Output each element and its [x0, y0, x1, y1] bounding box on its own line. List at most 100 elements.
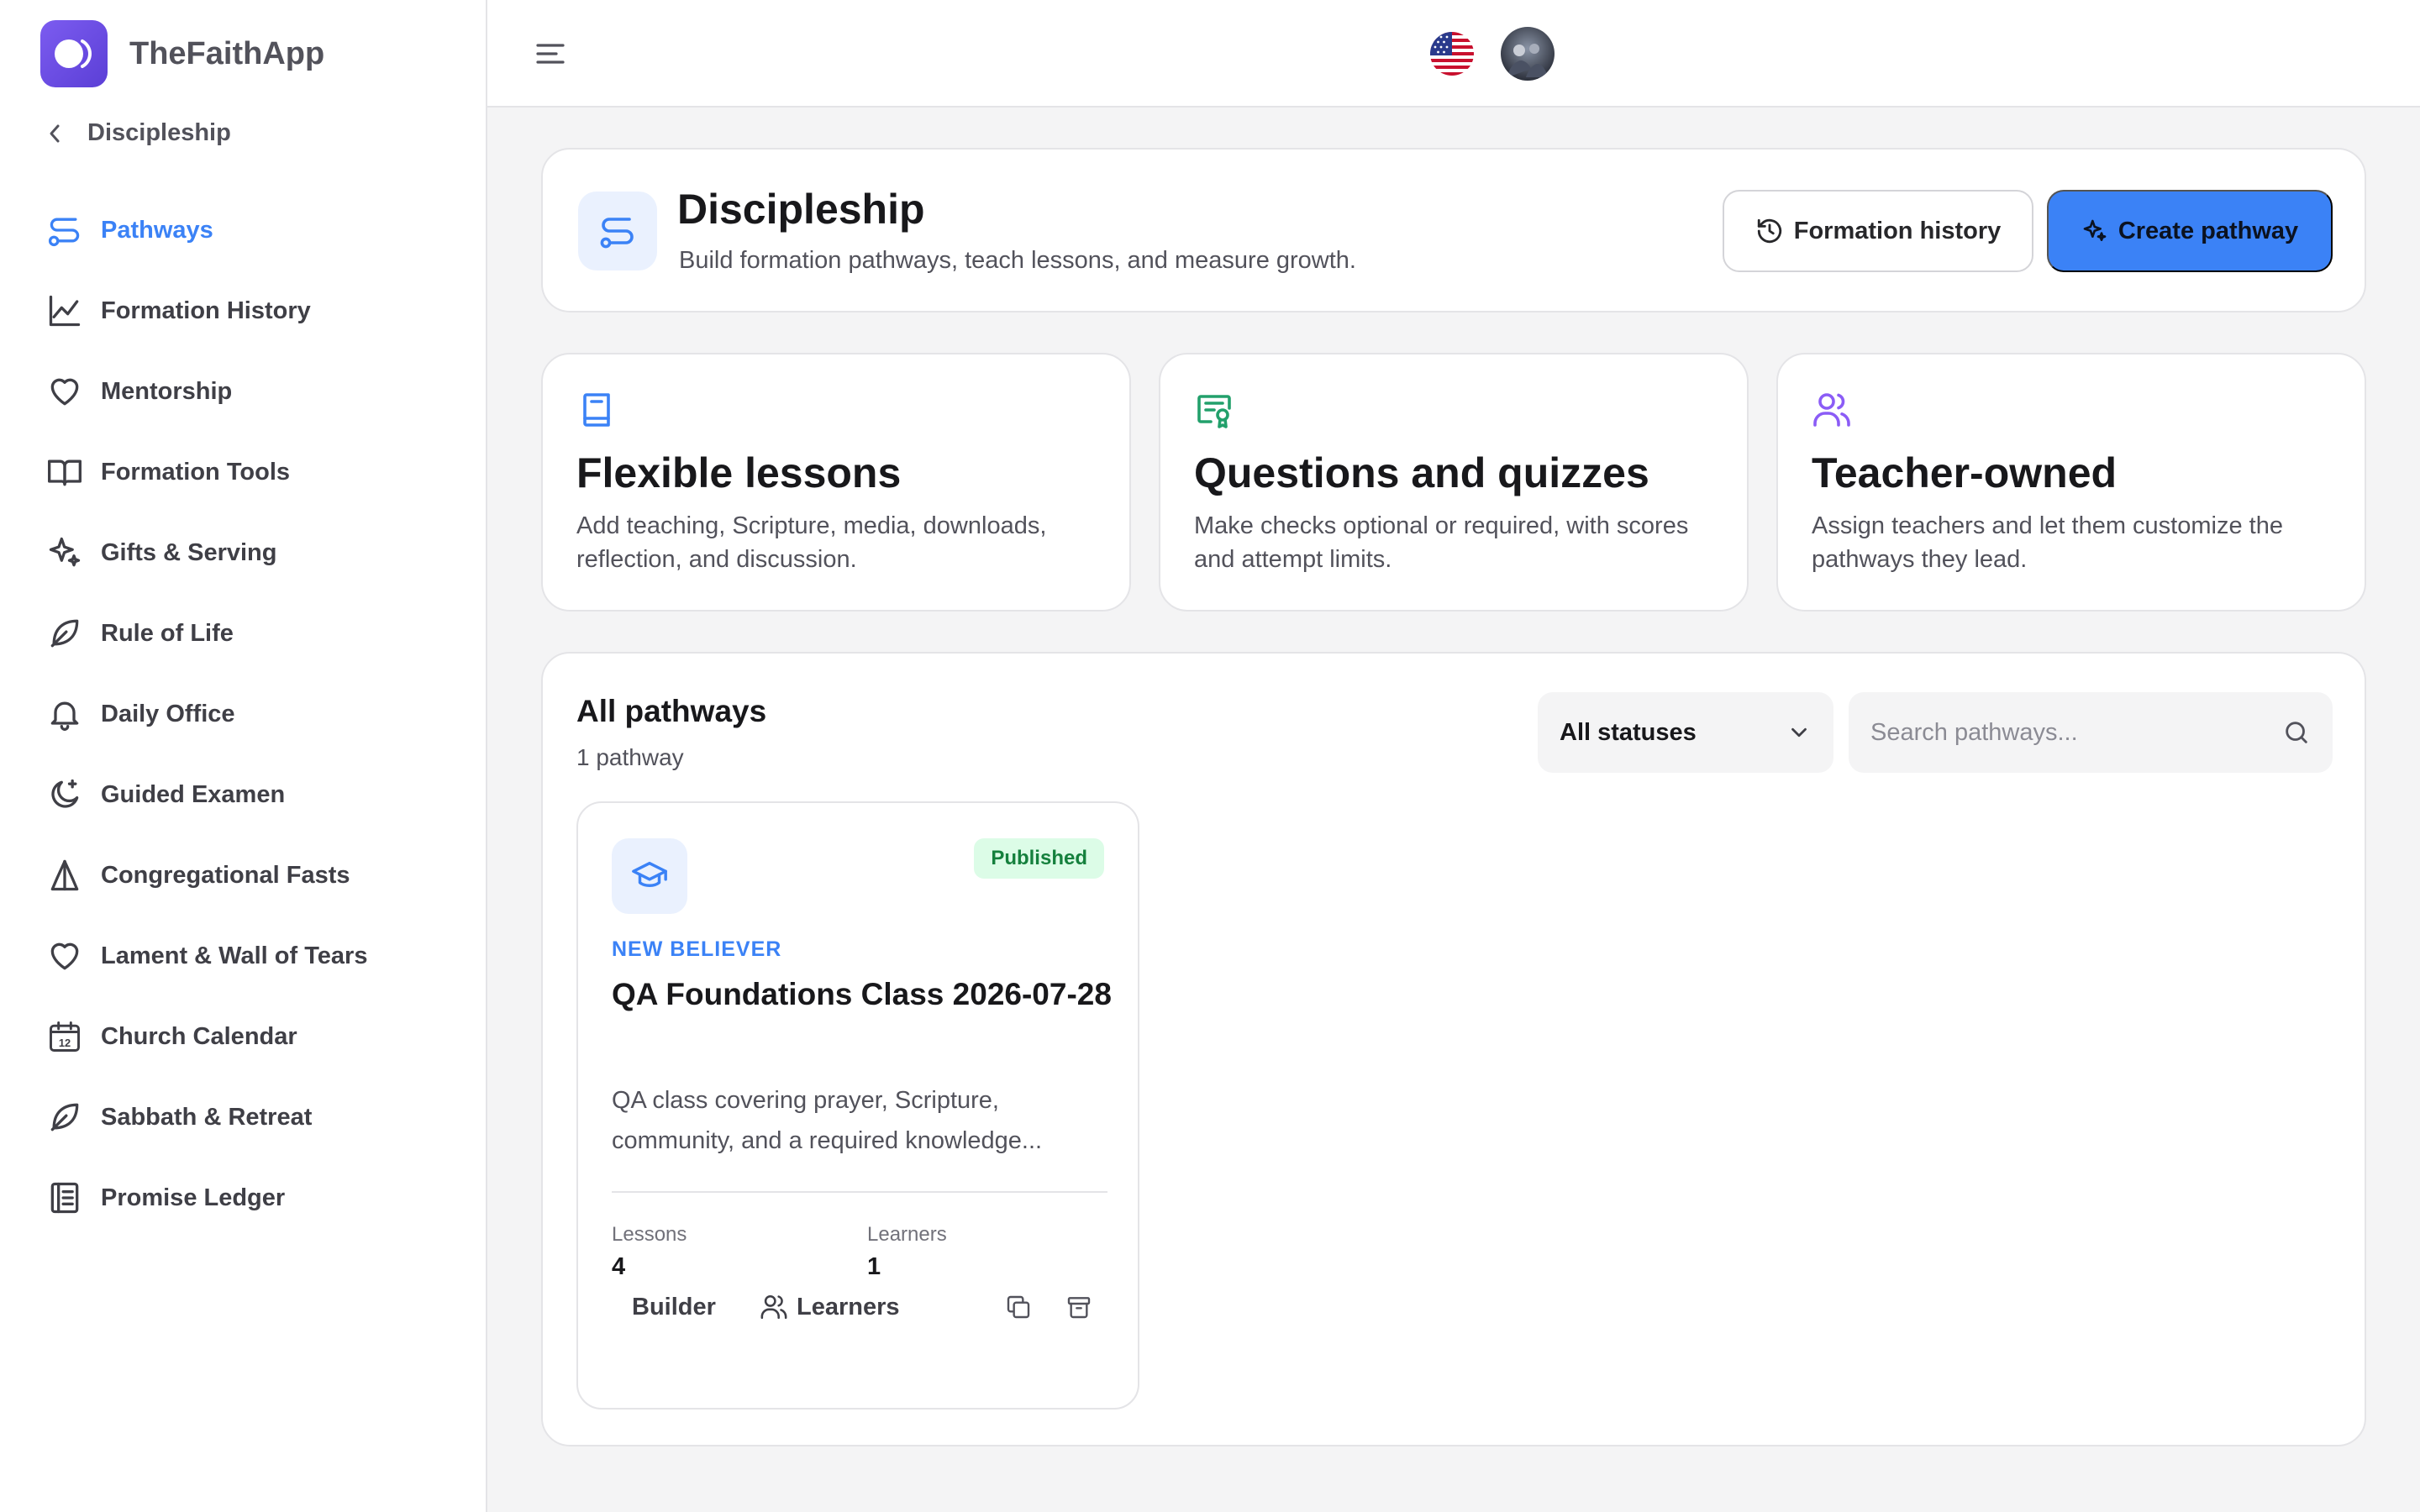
- lessons-label: Lessons: [612, 1223, 687, 1246]
- pathways-count: 1 pathway: [576, 744, 684, 770]
- certificate-icon: [1194, 390, 1234, 430]
- page-header-card: Discipleship Build formation pathways, t…: [541, 148, 2366, 312]
- feature-title: Flexible lessons: [576, 449, 902, 496]
- leaf-icon: [44, 1096, 86, 1138]
- formation-history-label: Formation history: [1793, 217, 2002, 244]
- builder-button[interactable]: Builder: [612, 1275, 736, 1339]
- bell-icon: [44, 693, 86, 735]
- learners-button[interactable]: Learners: [760, 1275, 900, 1339]
- users-icon: [760, 1293, 788, 1321]
- feature-card-questions-quizzes: Questions and quizzes Make checks option…: [1159, 353, 1749, 612]
- divider: [612, 1191, 1107, 1193]
- sidebar-item-label: Sabbath & Retreat: [101, 1103, 313, 1131]
- app-logo-icon: [40, 20, 108, 87]
- status-badge: Published: [974, 838, 1104, 879]
- ledger-icon: [44, 1177, 86, 1219]
- back-link-label: Discipleship: [87, 119, 231, 146]
- sidebar-item-label: Formation History: [101, 297, 311, 324]
- sidebar-item-lament[interactable]: Lament & Wall of Tears: [44, 916, 464, 996]
- pathway-category: NEW BELIEVER: [612, 937, 782, 961]
- brand[interactable]: TheFaithApp: [40, 20, 324, 87]
- sparkles-icon: [2081, 218, 2108, 244]
- sidebar-item-label: Lament & Wall of Tears: [101, 942, 368, 969]
- leaf-icon: [44, 612, 86, 654]
- us-flag-icon: [1430, 32, 1474, 76]
- sidebar-item-formation-history[interactable]: Formation History: [44, 270, 464, 351]
- sidebar-item-formation-tools[interactable]: Formation Tools: [44, 432, 464, 512]
- menu-toggle-button[interactable]: [529, 34, 571, 76]
- archive-icon: [1065, 1294, 1092, 1320]
- status-filter-value: All statuses: [1560, 718, 1697, 746]
- sidebar-item-promise-ledger[interactable]: Promise Ledger: [44, 1158, 464, 1238]
- copy-icon: [1005, 1294, 1032, 1320]
- sidebar-item-mentorship[interactable]: Mentorship: [44, 351, 464, 432]
- sidebar-item-label: Church Calendar: [101, 1022, 297, 1050]
- moon-star-icon: [44, 774, 86, 816]
- formation-history-button[interactable]: Formation history: [1723, 190, 2033, 272]
- create-pathway-label: Create pathway: [2118, 217, 2299, 244]
- builder-label: Builder: [632, 1293, 716, 1320]
- search-box: [1849, 692, 2333, 773]
- learners-label: Learners: [867, 1223, 947, 1246]
- sidebar-nav: Pathways Formation History Mentorship Fo…: [44, 190, 464, 1238]
- sidebar-item-label: Formation Tools: [101, 458, 291, 486]
- heart-icon: [44, 370, 86, 412]
- sidebar-item-label: Daily Office: [101, 700, 235, 727]
- chevron-left-icon: [47, 123, 62, 144]
- status-filter-select[interactable]: All statuses: [1538, 692, 1833, 773]
- sidebar: TheFaithApp Discipleship Pathways Format…: [0, 0, 487, 1512]
- praying-hands-icon: [44, 854, 86, 896]
- sidebar-item-label: Rule of Life: [101, 619, 234, 647]
- page-subtitle: Build formation pathways, teach lessons,…: [679, 247, 1356, 274]
- feature-title: Teacher-owned: [1812, 449, 2118, 496]
- duplicate-button[interactable]: [998, 1287, 1039, 1327]
- search-input[interactable]: [1870, 718, 2282, 747]
- sidebar-item-congregational-fasts[interactable]: Congregational Fasts: [44, 835, 464, 916]
- users-icon: [1812, 390, 1852, 430]
- sidebar-item-sabbath-retreat[interactable]: Sabbath & Retreat: [44, 1077, 464, 1158]
- back-link[interactable]: Discipleship: [47, 119, 231, 147]
- sidebar-item-label: Congregational Fasts: [101, 861, 350, 889]
- pathway-card[interactable]: Published NEW BELIEVER QA Foundations Cl…: [576, 801, 1139, 1410]
- sidebar-item-church-calendar[interactable]: 12 Church Calendar: [44, 996, 464, 1077]
- sidebar-item-label: Promise Ledger: [101, 1184, 286, 1211]
- sidebar-item-gifts-serving[interactable]: Gifts & Serving: [44, 512, 464, 593]
- menu-icon: [529, 34, 571, 76]
- route-icon: [44, 209, 86, 251]
- pathways-title: All pathways: [576, 694, 767, 728]
- feature-card-flexible-lessons: Flexible lessons Add teaching, Scripture…: [541, 353, 1131, 612]
- sidebar-item-label: Pathways: [101, 216, 213, 244]
- sidebar-item-guided-examen[interactable]: Guided Examen: [44, 754, 464, 835]
- language-flag-button[interactable]: [1430, 32, 1474, 76]
- sidebar-item-label: Gifts & Serving: [101, 538, 277, 566]
- line-chart-icon: [44, 290, 86, 332]
- user-avatar[interactable]: [1501, 27, 1555, 81]
- sidebar-item-rule-of-life[interactable]: Rule of Life: [44, 593, 464, 674]
- top-bar: [487, 0, 2420, 108]
- route-icon: [578, 192, 657, 270]
- app-name: TheFaithApp: [129, 35, 325, 71]
- heart-icon: [44, 935, 86, 977]
- page-title: Discipleship: [677, 186, 925, 233]
- sidebar-item-daily-office[interactable]: Daily Office: [44, 674, 464, 754]
- sidebar-item-label: Mentorship: [101, 377, 233, 405]
- pathway-title[interactable]: QA Foundations Class 2026-07-28: [612, 971, 1116, 1018]
- calendar-icon: 12: [44, 1016, 86, 1058]
- graduation-cap-icon: [612, 838, 687, 914]
- pathway-description: QA class covering prayer, Scripture, com…: [612, 1087, 1043, 1154]
- feature-title: Questions and quizzes: [1194, 449, 1649, 496]
- sidebar-item-label: Guided Examen: [101, 780, 286, 808]
- sparkles-icon: [44, 532, 86, 574]
- feature-card-teacher-owned: Teacher-owned Assign teachers and let th…: [1776, 353, 2366, 612]
- create-pathway-button[interactable]: Create pathway: [2047, 190, 2333, 272]
- history-icon: [1755, 217, 1784, 245]
- learners-button-label: Learners: [797, 1293, 900, 1320]
- book-icon: [576, 390, 617, 430]
- pathways-panel: All pathways 1 pathway All statuses Publ…: [541, 652, 2366, 1446]
- archive-button[interactable]: [1059, 1287, 1099, 1327]
- sidebar-item-pathways[interactable]: Pathways: [44, 190, 464, 270]
- feature-description: Assign teachers and let them customize t…: [1812, 512, 2283, 573]
- svg-text:12: 12: [59, 1037, 71, 1049]
- search-icon[interactable]: [2282, 718, 2311, 747]
- chevron-down-icon: [1786, 720, 1812, 745]
